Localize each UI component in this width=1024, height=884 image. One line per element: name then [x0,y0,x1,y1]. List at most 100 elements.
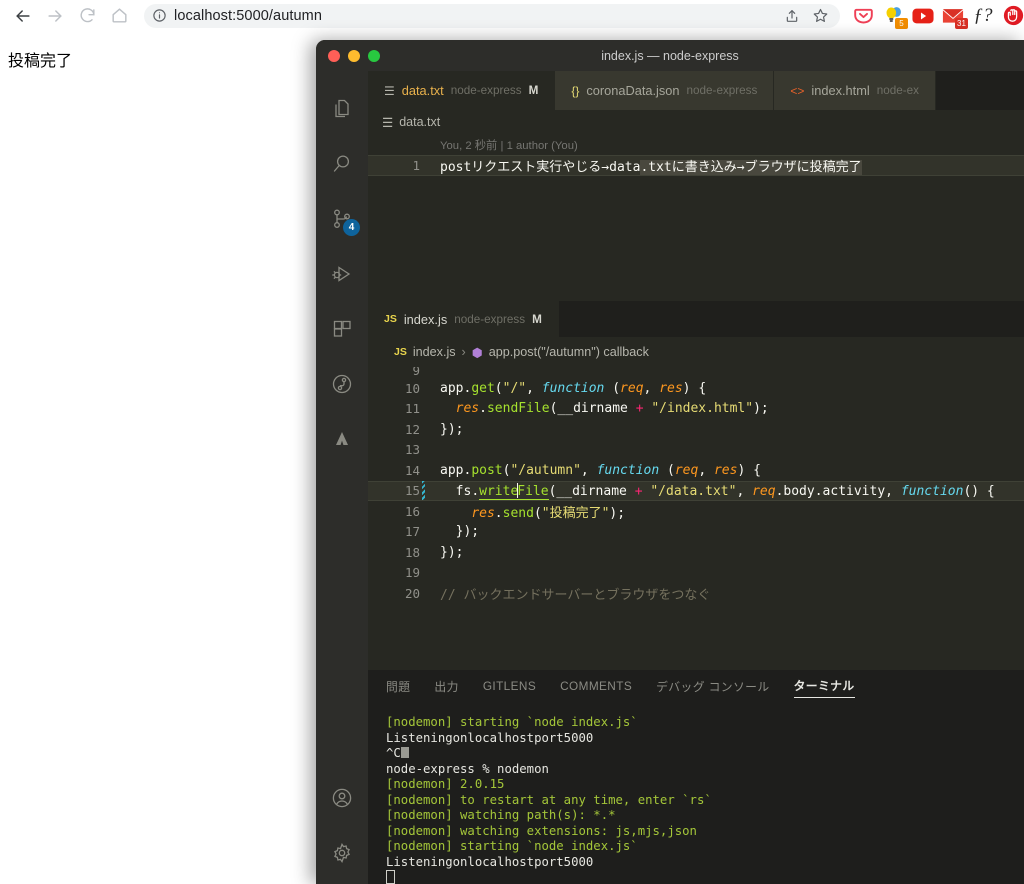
window-title: index.js — node-express [601,48,739,63]
back-button[interactable] [8,1,38,31]
panel-tab[interactable]: 問題 [386,678,410,698]
panel-tab[interactable]: デバッグ コンソール [656,678,769,698]
code-line[interactable]: 1 postリクエスト実行やじる→data.txtに書き込み→ブラウザに投稿完了 [368,155,1024,176]
tab-label: coronaData.json [586,83,680,98]
line-number: 10 [404,380,420,396]
page-body-text: 投稿完了 [8,51,73,70]
line-text: // バックエンドサーバーとブラウザをつなぐ [440,587,711,603]
tab-coronadata-json[interactable]: {} coronaData.json node-express [555,71,775,110]
line-number: 9 [412,367,420,378]
editor-group-data-txt: ☰ data.txt node-express M {} coronaData.… [368,71,1024,301]
breadcrumb-file[interactable]: data.txt [399,115,440,129]
site-info-icon[interactable] [144,8,174,23]
line-number: 14 [404,462,420,478]
json-file-icon: {} [571,83,580,98]
gmail-extension-icon[interactable]: 31 [942,5,968,29]
panel-tab[interactable]: ターミナル [793,677,855,698]
terminal-line [386,870,1024,884]
line-text: app.post("/autumn", function (req, res) … [440,462,761,478]
youtube-extension-icon[interactable] [912,5,934,27]
line-number: 17 [404,524,420,540]
code-line[interactable]: 16 res.send("投稿完了"); [368,501,1024,522]
terminal-line: [nodemon] 2.0.15 [386,777,505,791]
line-number: 16 [404,503,420,519]
panel-tab[interactable]: COMMENTS [560,679,632,696]
tab-data-txt[interactable]: ☰ data.txt node-express M [368,71,556,110]
terminal-cursor [386,870,395,884]
run-and-debug-icon[interactable] [316,246,368,301]
tab-dirty-indicator: M [528,84,539,97]
terminal-line: Listeningonlocalhostport5000 [386,854,594,869]
pocket-extension-icon[interactable] [852,5,874,27]
extensions-icon[interactable] [316,301,368,356]
address-bar-actions [780,4,836,28]
bookmark-star-icon[interactable] [808,4,832,28]
editor-group-index-js: JS index.js node-express M JS index.js ›… [368,301,1024,670]
js-file-icon: JS [394,346,407,358]
tab-dirty-indicator: M [532,312,542,326]
forward-button[interactable] [40,1,70,31]
search-icon[interactable] [316,136,368,191]
tab-index-js[interactable]: JS index.js node-express M [368,301,559,337]
share-upload-icon[interactable] [780,4,804,28]
breadcrumb-file[interactable]: index.js [413,345,456,359]
code-line[interactable]: 13 [368,440,1024,461]
code-line[interactable]: 20 // バックエンドサーバーとブラウザをつなぐ [368,583,1024,604]
code-line[interactable]: 10 app.get("/", function (req, res) { [368,378,1024,399]
lightbulb-extension-icon[interactable]: 5 [882,5,908,29]
breadcrumb-symbol[interactable]: app.post("/autumn") callback [489,345,649,359]
adblock-stop-extension-icon[interactable] [1002,5,1024,27]
home-button[interactable] [104,1,134,31]
text-unselected: postリクエスト実行やじる→data [440,159,641,175]
panel-tab[interactable]: GITLENS [483,679,536,696]
tab-index-html[interactable]: <> index.html node-ex [774,71,936,110]
editor-content-data-txt[interactable]: 1 postリクエスト実行やじる→data.txtに書き込み→ブラウザに投稿完了 [368,155,1024,301]
code-line[interactable]: 18}); [368,542,1024,563]
gitlens-icon[interactable] [316,356,368,411]
code-line[interactable]: 11 res.sendFile(__dirname + "/index.html… [368,399,1024,420]
editor-tabs-group1: ☰ data.txt node-express M {} coronaData.… [368,71,1024,110]
extension-badge: 5 [895,17,908,29]
address-bar[interactable]: localhost:5000/autumn [144,3,840,28]
breadcrumb-group1[interactable]: ☰ data.txt [368,110,1024,134]
atlassian-icon[interactable] [316,411,368,466]
code-line[interactable]: 9 [368,367,1024,378]
code-line[interactable]: 12}); [368,419,1024,440]
line-number: 11 [404,401,420,417]
terminal-line: [nodemon] watching extensions: js,mjs,js… [386,823,697,838]
source-control-icon[interactable]: 4 [316,191,368,246]
fontface-extension-icon[interactable]: ƒ? [972,5,994,27]
line-text: fs.writeFile(__dirname + "/data.txt", re… [455,482,995,500]
tab-label: data.txt [401,83,444,98]
browser-extension-icons: 5 31 ƒ? [840,5,1024,29]
screenshot-root: localhost:5000/autumn 5 31 ƒ? 投稿完了 index… [0,0,1024,884]
line-text: res.sendFile(__dirname + "/index.html"); [455,401,769,417]
explorer-icon[interactable] [316,81,368,136]
text-file-icon: ☰ [384,83,395,98]
line-number: 13 [404,442,420,458]
breadcrumb-separator: › [461,345,466,359]
accounts-icon[interactable] [316,770,368,825]
panel-tab[interactable]: 出力 [434,678,458,698]
text-file-icon: ☰ [382,115,394,130]
editor-content-index-js[interactable]: 9 10 app.get("/", function (req, res) {11 … [368,367,1024,670]
code-line[interactable]: 19 [368,563,1024,584]
text-cursor [517,482,519,498]
code-line[interactable]: 15 fs.writeFile(__dirname + "/data.txt",… [368,480,1024,501]
line-text: }); [440,544,464,560]
vscode-titlebar: index.js — node-express [316,40,1024,71]
activity-bar: 4 [316,71,368,884]
workbench: ☰ data.txt node-express M {} coronaData.… [368,71,1024,884]
code-line[interactable]: 17 }); [368,522,1024,543]
url-text[interactable]: localhost:5000/autumn [174,8,780,24]
terminal-block-cursor [400,747,409,758]
terminal-output[interactable]: [nodemon] starting `node index.js` Listen… [368,705,1024,884]
breadcrumb-group2[interactable]: JS index.js › ⬢ app.post("/autumn") call… [368,337,1024,367]
code-line[interactable]: 14 app.post("/autumn", function (req, res… [368,460,1024,481]
line-number: 15 [404,483,420,499]
manage-settings-gear-icon[interactable] [316,825,368,880]
line-number: 18 [404,544,420,560]
reload-button[interactable] [72,1,102,31]
extension-badge: 31 [955,17,968,29]
terminal-line: [nodemon] watching path(s): *.* [386,808,616,822]
